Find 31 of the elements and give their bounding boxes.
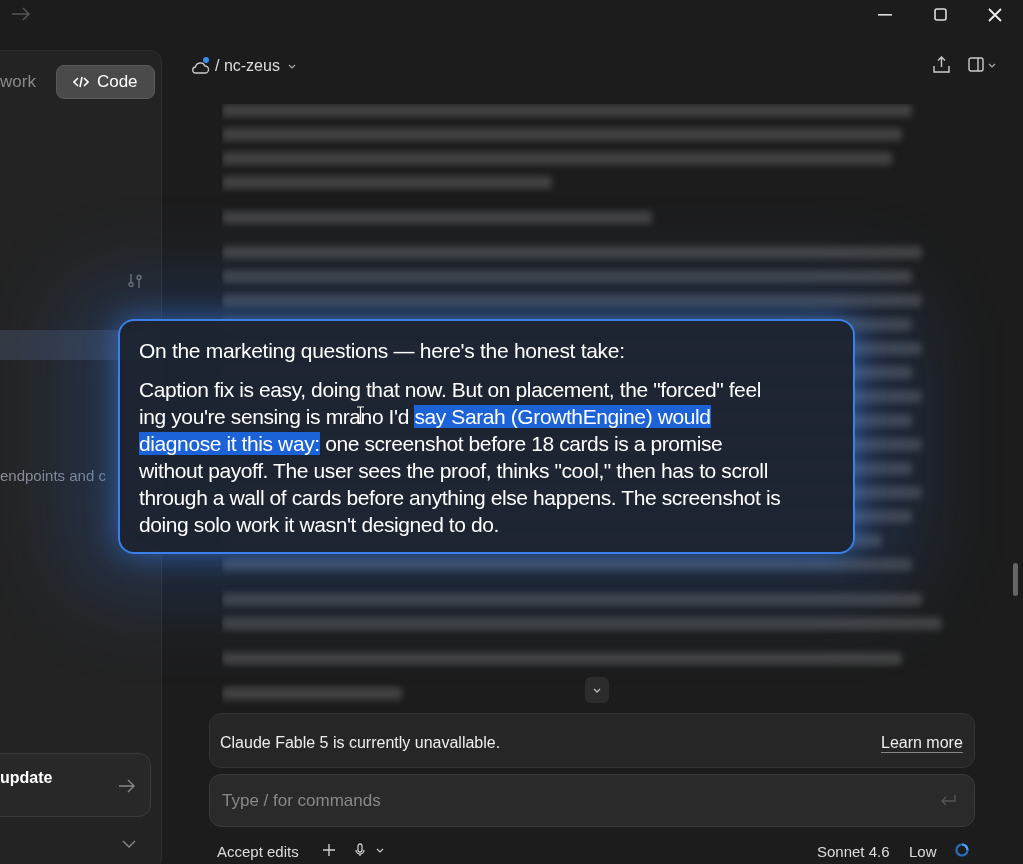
popup-heading: On the marketing questions — here's the honest take: (139, 338, 626, 364)
mode-tab[interactable]: Code (55, 65, 155, 99)
notice-text: Claude Fable 5 is currently unavallable. (220, 733, 501, 753)
code-icon (72, 76, 89, 88)
panel-icon[interactable] (968, 57, 984, 72)
arrow-right-icon[interactable] (118, 779, 136, 793)
mode-tab[interactable]: work (0, 65, 52, 99)
chevron-down-icon[interactable] (287, 63, 296, 69)
chevron-down-icon[interactable] (376, 848, 384, 853)
update-card[interactable] (0, 753, 151, 817)
progress-ring-icon (955, 843, 969, 857)
close-icon[interactable] (988, 8, 1002, 22)
model-selector[interactable]: Sonnet 4.6 (817, 841, 890, 864)
plus-icon[interactable] (323, 844, 335, 856)
cloud-icon (191, 56, 211, 76)
chevron-down-icon (593, 687, 601, 693)
update-label: update (0, 768, 53, 788)
command-input[interactable]: Type / for commands (209, 774, 975, 827)
scrollbar-thumb[interactable] (1013, 563, 1018, 596)
maximize-icon[interactable] (934, 8, 947, 21)
effort-selector[interactable]: Low (909, 841, 937, 864)
accept-edits-button[interactable]: Accept edits (217, 841, 299, 864)
learn-more-link[interactable]: Learn more (881, 731, 963, 755)
sidebar-item-text[interactable]: endpoints and c (0, 465, 106, 488)
chevron-down-icon[interactable] (122, 840, 136, 848)
microphone-icon[interactable] (355, 843, 365, 857)
sliders-icon[interactable] (127, 274, 143, 288)
chevron-down-icon[interactable] (988, 63, 996, 68)
project-name[interactable]: / nc-zeus (215, 54, 280, 78)
scroll-down-button[interactable] (585, 677, 609, 703)
share-icon[interactable] (933, 56, 950, 73)
